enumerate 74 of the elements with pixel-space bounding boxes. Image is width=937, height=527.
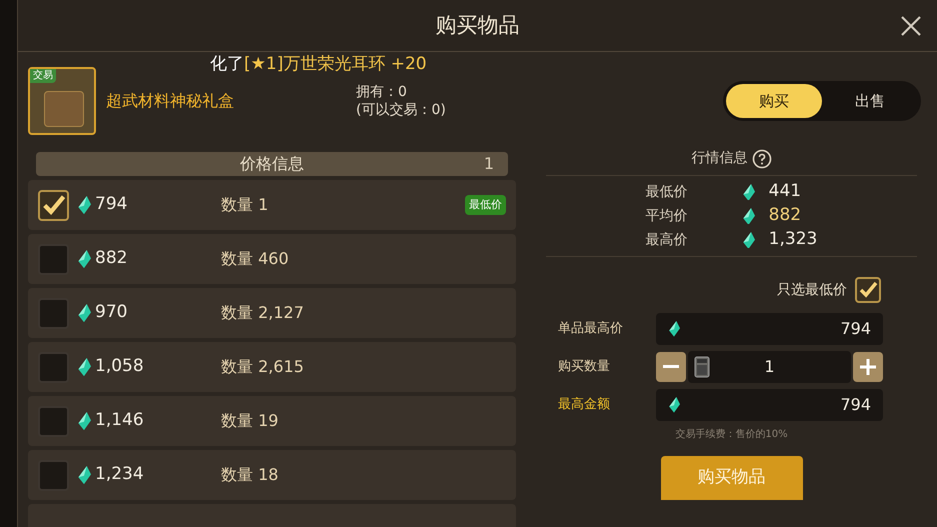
gem-icon: [77, 196, 91, 214]
mode-tab[interactable]: 出售: [822, 84, 918, 118]
item-icon[interactable]: 交易: [28, 67, 96, 135]
increase-button[interactable]: [853, 352, 883, 382]
close-icon: [900, 15, 922, 37]
quantity-value: 数量 18: [221, 464, 278, 486]
decrease-button[interactable]: [656, 352, 686, 382]
price-value: 794: [95, 193, 128, 216]
checkbox[interactable]: [855, 277, 881, 303]
stat-label: 最高价: [646, 230, 689, 250]
checkbox[interactable]: [38, 352, 69, 382]
quantity-value: 数量 460: [221, 248, 289, 270]
close-button[interactable]: [899, 14, 923, 38]
stat-label: 平均价: [646, 206, 689, 226]
price-value: 1,234: [95, 463, 145, 486]
gem-icon: [77, 412, 91, 430]
field-label: 购买数量: [558, 358, 611, 376]
stat-value: 1,323: [768, 228, 818, 252]
lowest-price-badge: 最低价: [465, 194, 506, 216]
price-list-count: 1: [484, 153, 494, 175]
quantity-value: 数量 19: [221, 410, 278, 432]
notification-ticker: 化了[★1]万世荣光耳环 +20: [210, 53, 427, 76]
checkbox[interactable]: [38, 244, 69, 274]
gem-icon: [77, 466, 91, 484]
stat-label: 最低价: [646, 182, 689, 202]
tradable-count: (可以交易：0): [356, 101, 446, 119]
market-info-title: 行情信息: [692, 149, 748, 168]
lowest-only-label: 只选最低价: [777, 280, 847, 300]
quantity-value: 数量 2,615: [221, 356, 304, 378]
owned-count: 拥有：0: [356, 83, 408, 101]
checkbox[interactable]: [38, 460, 69, 490]
checkmark-icon: [41, 192, 66, 218]
field-label: 最高金额: [558, 396, 611, 414]
quantity-field[interactable]: 1: [688, 351, 851, 383]
price-value: 1,058: [95, 355, 145, 378]
stat-value: 882: [768, 204, 802, 228]
item-name: 超武材料神秘礼盒: [106, 90, 234, 112]
max-total-field: 794: [656, 389, 883, 421]
price-row[interactable]: 970 数量 2,127: [28, 288, 516, 338]
gem-icon: [742, 232, 755, 248]
checkbox[interactable]: [38, 190, 69, 220]
stat-value: 441: [768, 180, 802, 204]
price-value: 882: [95, 247, 128, 270]
window-title: 购买物品: [436, 12, 520, 39]
field-label: 单品最高价: [558, 320, 624, 338]
gem-icon: [742, 184, 755, 200]
plus-icon: [860, 359, 876, 375]
item-badge: 交易: [30, 69, 56, 83]
price-row[interactable]: 1,146 数量 19: [28, 396, 516, 446]
price-row[interactable]: 794 数量 1 最低价: [28, 180, 516, 230]
gem-icon: [77, 304, 91, 322]
price-list-title: 价格信息: [240, 153, 304, 175]
max-unit-price-field[interactable]: 794: [656, 313, 883, 345]
gem-icon: [77, 358, 91, 376]
gem-icon: [668, 321, 680, 337]
help-icon[interactable]: [752, 148, 772, 168]
mode-tab[interactable]: 购买: [726, 84, 822, 118]
fee-note: 交易手续费：售价的10%: [675, 428, 788, 442]
chest-drawing: [44, 91, 84, 127]
gem-icon: [742, 208, 755, 224]
checkbox[interactable]: [38, 298, 69, 328]
quantity-value: 数量 1: [221, 194, 268, 216]
gem-icon: [668, 397, 680, 413]
gem-icon: [77, 250, 91, 268]
checkbox[interactable]: [38, 406, 69, 436]
price-value: 1,146: [95, 409, 145, 432]
quantity-value: 数量 2,127: [221, 302, 304, 324]
checkmark-icon: [858, 280, 878, 300]
calculator-icon[interactable]: [694, 356, 710, 378]
price-row[interactable]: 1,234 数量 18: [28, 450, 516, 500]
minus-icon: [663, 365, 679, 369]
price-row[interactable]: 882 数量 460: [28, 234, 516, 284]
price-row[interactable]: 1,058 数量 2,615: [28, 342, 516, 392]
price-value: 970: [95, 301, 128, 324]
